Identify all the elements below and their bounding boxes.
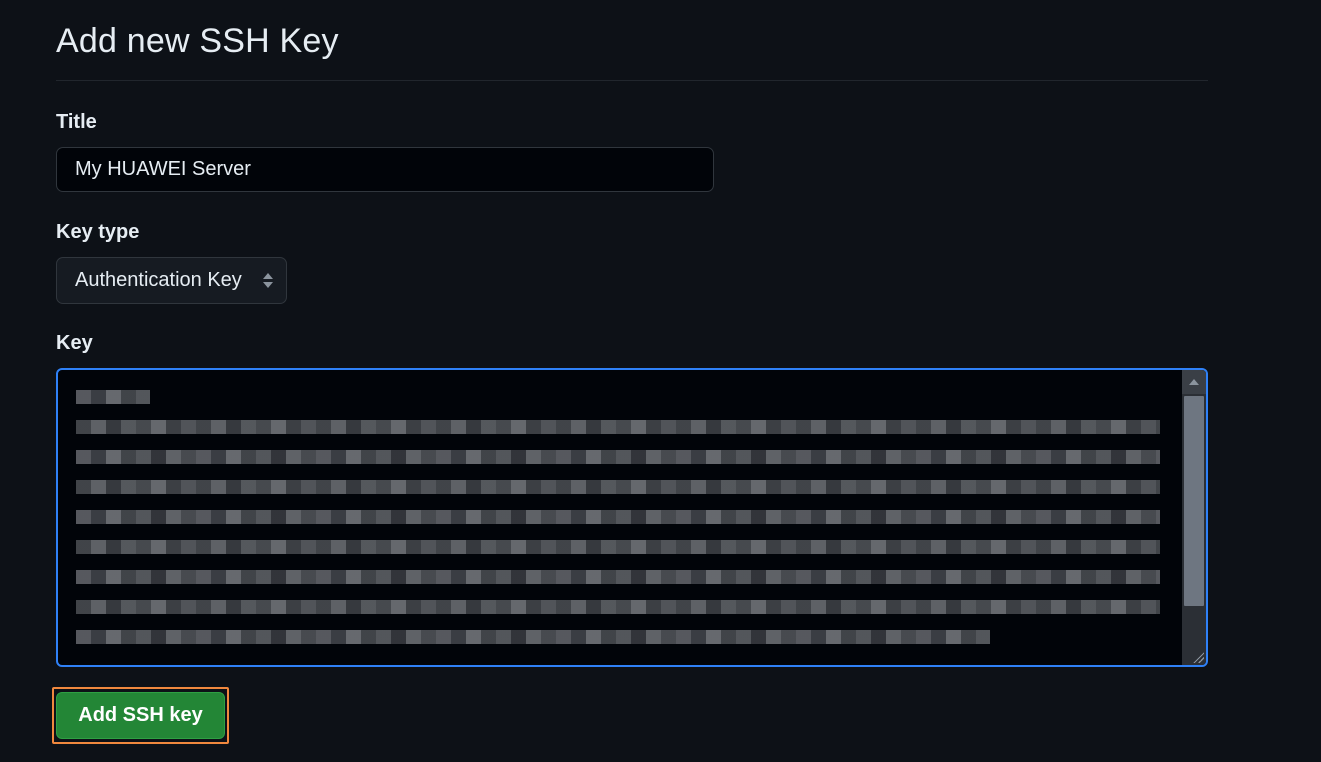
add-ssh-key-button[interactable]: Add SSH key xyxy=(56,692,225,739)
scroll-up-arrow-icon[interactable] xyxy=(1182,370,1206,394)
title-divider xyxy=(56,80,1208,81)
redacted-key-line xyxy=(76,540,1160,554)
key-textarea[interactable] xyxy=(56,368,1208,667)
redacted-key-line xyxy=(76,600,1160,614)
key-type-label: Key type xyxy=(56,221,140,243)
title-label: Title xyxy=(56,111,97,133)
key-scrollbar[interactable] xyxy=(1182,370,1206,665)
redacted-key-line xyxy=(76,450,1160,464)
title-input[interactable] xyxy=(56,147,714,192)
add-ssh-key-page: Add new SSH Key Title Key type Authentic… xyxy=(0,0,1321,762)
redacted-key-line xyxy=(76,420,1160,434)
scroll-thumb[interactable] xyxy=(1184,396,1204,606)
key-type-select[interactable]: Authentication Key xyxy=(56,257,287,304)
redacted-key-line xyxy=(76,570,1160,584)
redacted-key-line xyxy=(76,510,1160,524)
add-ssh-key-highlight: Add SSH key xyxy=(52,687,229,744)
key-type-value: Authentication Key xyxy=(75,269,242,291)
redacted-key-line xyxy=(76,390,150,404)
redacted-key-line xyxy=(76,630,990,644)
resize-handle-icon[interactable] xyxy=(1192,651,1204,663)
page-title: Add new SSH Key xyxy=(56,22,339,60)
select-caret-icon xyxy=(262,271,274,291)
key-label: Key xyxy=(56,332,93,354)
redacted-key-line xyxy=(76,480,1160,494)
